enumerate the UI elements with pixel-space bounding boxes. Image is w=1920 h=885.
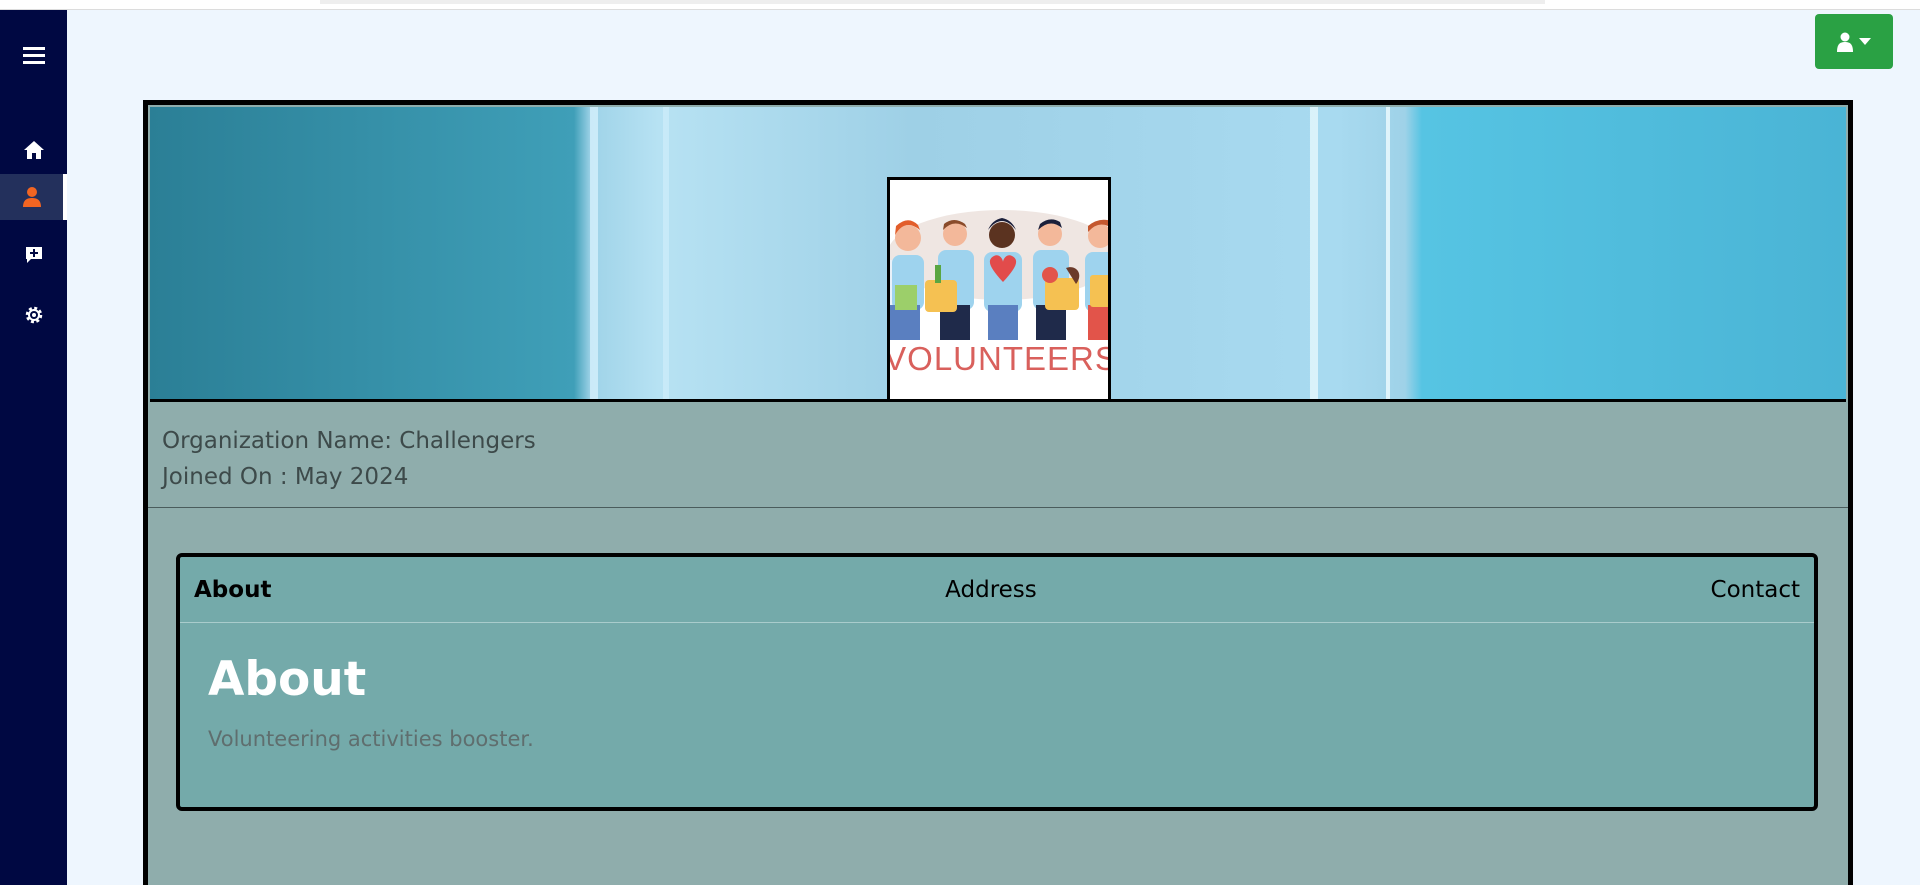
user-menu-button[interactable] (1815, 14, 1893, 69)
cover-banner: VOLUNTEERS (150, 107, 1846, 402)
caret-down-icon (1859, 37, 1871, 45)
about-description: Volunteering activities booster. (208, 727, 534, 751)
details-tabs-card: About Address Contact About Volunteering… (176, 553, 1818, 811)
chat-plus-icon (25, 247, 42, 263)
volunteers-illustration (890, 210, 1108, 340)
home-icon (23, 141, 44, 159)
tab-about[interactable]: About (194, 577, 271, 603)
sidebar-item-profile[interactable] (0, 174, 67, 220)
user-icon (22, 187, 41, 207)
organization-logo: VOLUNTEERS (887, 177, 1111, 399)
tab-contact[interactable]: Contact (1711, 577, 1800, 603)
about-heading: About (208, 652, 367, 707)
tab-address[interactable]: Address (945, 577, 1037, 603)
browser-top-edge (0, 0, 1920, 10)
sidebar-item-settings[interactable] (0, 292, 67, 338)
sidebar-item-home[interactable] (0, 127, 67, 173)
joined-date: Joined On : May 2024 (162, 464, 409, 490)
tab-bar: About Address Contact (180, 557, 1814, 623)
sidebar-menu-toggle[interactable] (0, 32, 67, 78)
organization-name: Organization Name: Challengers (162, 428, 536, 454)
logo-wordmark: VOLUNTEERS (887, 340, 1111, 377)
sidebar (0, 10, 67, 885)
organization-info: Organization Name: Challengers Joined On… (148, 405, 1848, 508)
user-icon (1837, 32, 1853, 52)
organization-profile-card: VOLUNTEERS Organization Name: Challenger… (143, 100, 1853, 885)
gear-icon (25, 306, 42, 324)
scroll-indicator (320, 0, 1545, 4)
menu-icon (22, 47, 45, 64)
sidebar-item-messages[interactable] (0, 232, 67, 278)
